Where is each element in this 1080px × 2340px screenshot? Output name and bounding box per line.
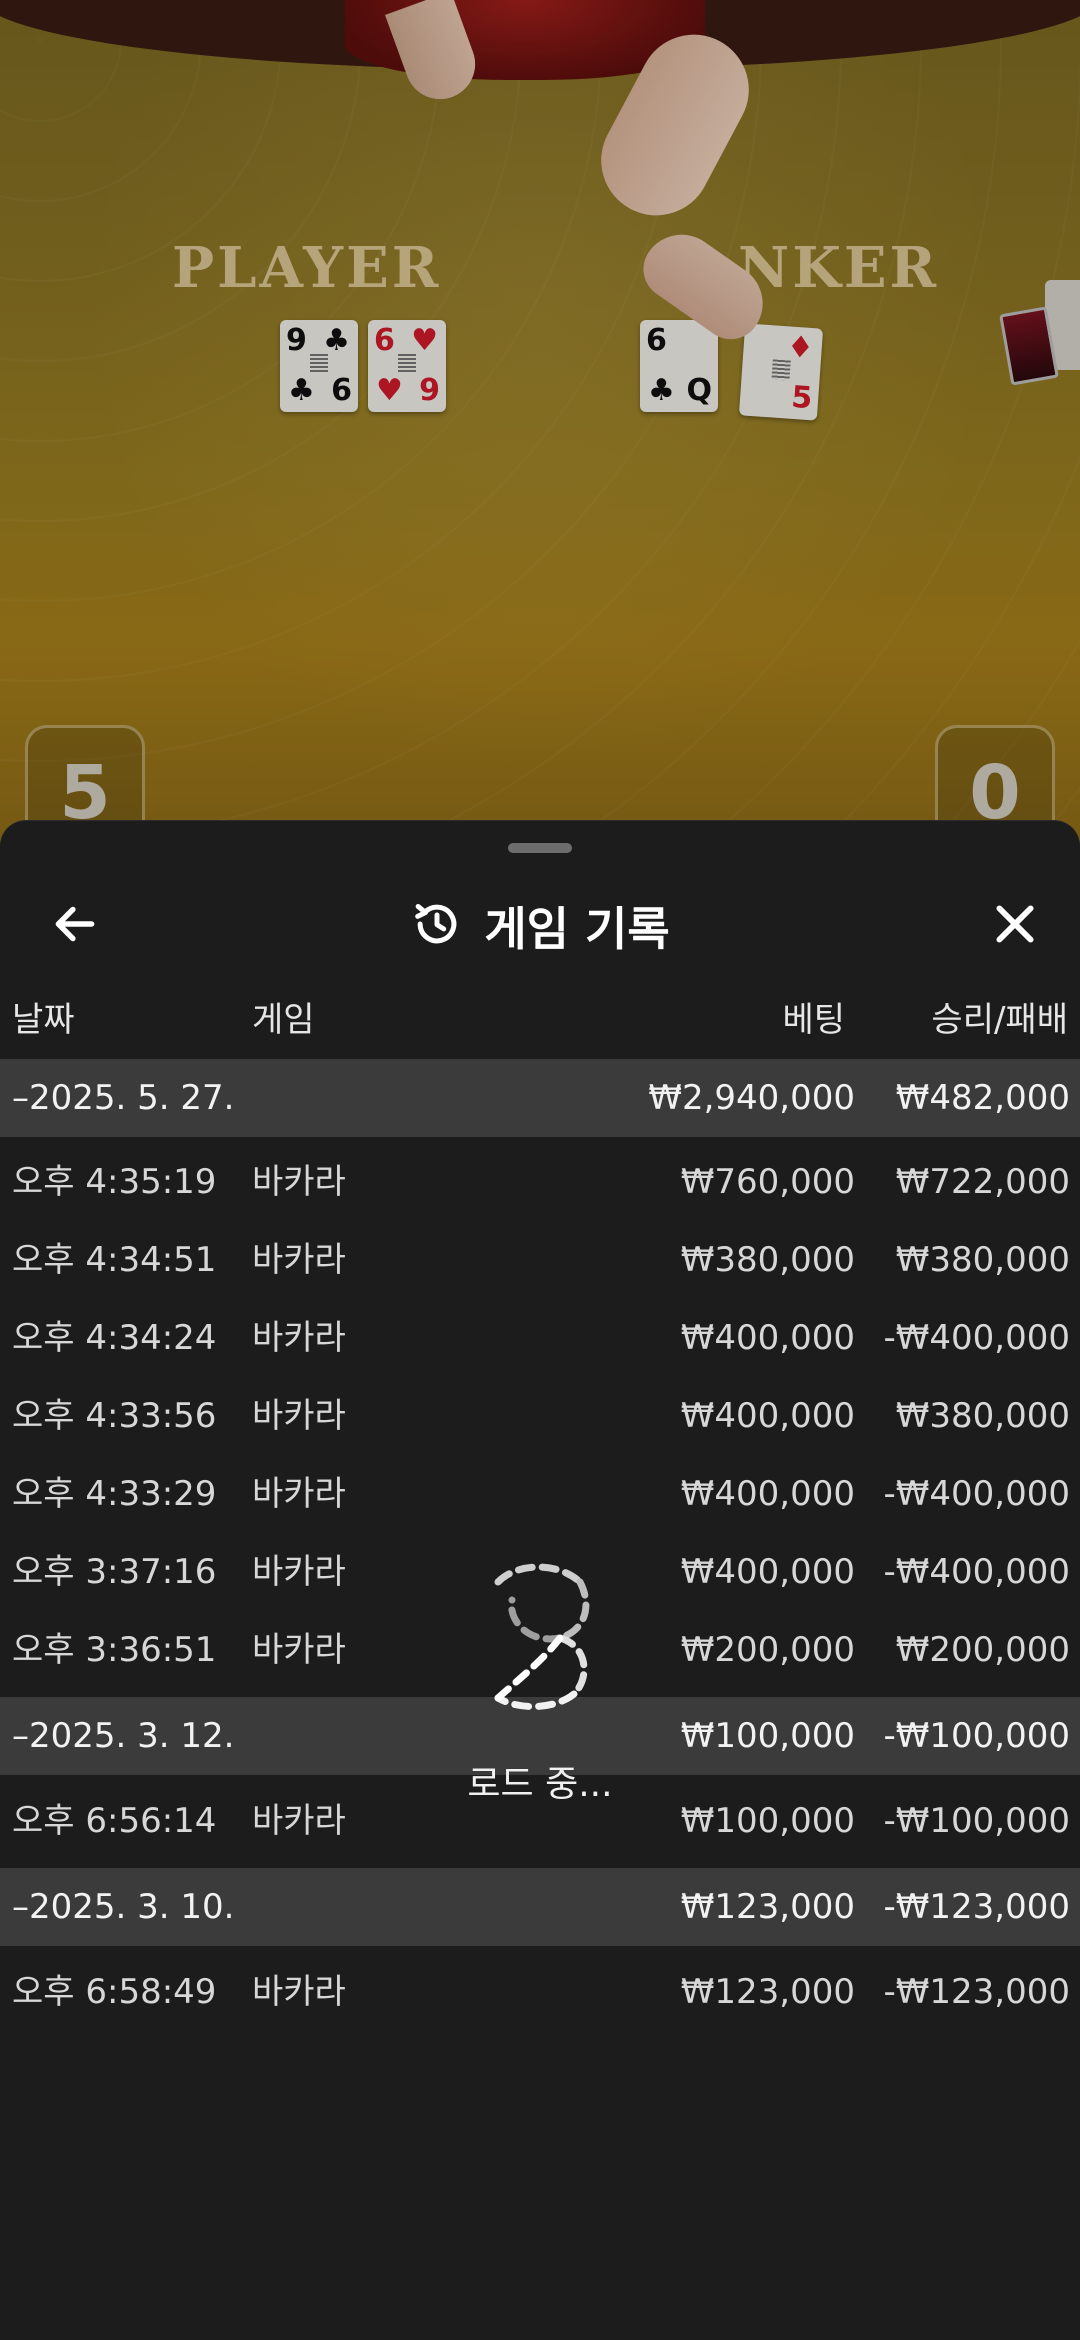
row-bet: ₩400,000 xyxy=(680,1552,855,1592)
row-date: –2025. 5. 27. xyxy=(12,1078,235,1118)
column-header-bet: 베팅 xyxy=(782,1000,845,1040)
date-group-row[interactable]: –2025. 3. 12. ₩100,000 -₩100,000 xyxy=(0,1697,1080,1775)
close-icon xyxy=(990,899,1040,953)
row-date: –2025. 3. 10. xyxy=(12,1887,235,1927)
row-game: 바카라 xyxy=(252,1630,346,1670)
sheet-title: 게임 기록 xyxy=(484,902,670,956)
history-table-header: 날짜 게임 베팅 승리/패배 xyxy=(0,995,1080,1045)
column-header-game: 게임 xyxy=(252,1000,315,1040)
row-time: 오후 6:56:14 xyxy=(12,1801,217,1841)
row-bet: ₩380,000 xyxy=(680,1240,855,1280)
history-row[interactable]: 오후 4:34:24 바카라 ₩400,000 -₩400,000 xyxy=(0,1299,1080,1377)
history-row[interactable]: 오후 3:36:51 바카라 ₩200,000 ₩200,000 xyxy=(0,1611,1080,1689)
row-result: -₩123,000 xyxy=(883,1887,1071,1927)
sheet-drag-handle[interactable] xyxy=(508,843,572,853)
row-game: 바카라 xyxy=(252,1396,346,1436)
row-result: ₩482,000 xyxy=(895,1078,1070,1118)
row-result: ₩722,000 xyxy=(895,1162,1070,1202)
sheet-title-group: 게임 기록 xyxy=(0,876,1080,976)
column-header-date: 날짜 xyxy=(12,1000,75,1040)
row-time: 오후 4:35:19 xyxy=(12,1162,217,1202)
row-game: 바카라 xyxy=(252,1162,346,1202)
row-bet: ₩400,000 xyxy=(680,1318,855,1358)
row-time: 오후 3:36:51 xyxy=(12,1630,217,1670)
row-bet: ₩100,000 xyxy=(680,1801,855,1841)
row-game: 바카라 xyxy=(252,1240,346,1280)
row-game: 바카라 xyxy=(252,1318,346,1358)
row-bet: ₩2,940,000 xyxy=(648,1078,855,1118)
row-bet: ₩400,000 xyxy=(680,1396,855,1436)
row-game: 바카라 xyxy=(252,1474,346,1514)
row-time: 오후 6:58:49 xyxy=(12,1972,217,2012)
row-result: -₩100,000 xyxy=(883,1716,1071,1756)
arrow-left-icon xyxy=(50,899,100,953)
row-result: -₩400,000 xyxy=(883,1552,1071,1592)
row-result: -₩400,000 xyxy=(883,1318,1071,1358)
row-time: 오후 4:34:51 xyxy=(12,1240,217,1280)
row-bet: ₩123,000 xyxy=(680,1887,855,1927)
row-result: -₩123,000 xyxy=(883,1972,1071,2012)
row-time: 오후 4:33:29 xyxy=(12,1474,217,1514)
history-row[interactable]: 오후 6:58:49 바카라 ₩123,000 -₩123,000 xyxy=(0,1953,1080,2031)
row-time: 오후 4:34:24 xyxy=(12,1318,217,1358)
row-result: -₩100,000 xyxy=(883,1801,1071,1841)
history-row[interactable]: 오후 6:56:14 바카라 ₩100,000 -₩100,000 xyxy=(0,1782,1080,1860)
row-bet: ₩123,000 xyxy=(680,1972,855,2012)
back-button[interactable] xyxy=(40,896,110,956)
sheet-header: 게임 기록 xyxy=(0,876,1080,976)
row-time: 오후 4:33:56 xyxy=(12,1396,217,1436)
app-screen: PLAYER NKER 9 ♣ ♣ 6 6 ♥ ♥ 9 6 ♣ Q ♦ 5 5 … xyxy=(0,0,1080,2340)
row-bet: ₩100,000 xyxy=(680,1716,855,1756)
row-bet: ₩200,000 xyxy=(680,1630,855,1670)
row-result: ₩200,000 xyxy=(895,1630,1070,1670)
history-row[interactable]: 오후 4:34:51 바카라 ₩380,000 ₩380,000 xyxy=(0,1221,1080,1299)
close-button[interactable] xyxy=(980,896,1050,956)
date-group-row[interactable]: –2025. 3. 10. ₩123,000 -₩123,000 xyxy=(0,1868,1080,1946)
row-result: ₩380,000 xyxy=(895,1240,1070,1280)
history-row[interactable]: 오후 4:35:19 바카라 ₩760,000 ₩722,000 xyxy=(0,1143,1080,1221)
column-header-result: 승리/패배 xyxy=(931,1000,1068,1040)
row-result: -₩400,000 xyxy=(883,1474,1071,1514)
row-game: 바카라 xyxy=(252,1552,346,1592)
row-result: ₩380,000 xyxy=(895,1396,1070,1436)
date-group-row[interactable]: –2025. 5. 27. ₩2,940,000 ₩482,000 xyxy=(0,1059,1080,1137)
row-game: 바카라 xyxy=(252,1972,346,2012)
history-row[interactable]: 오후 4:33:56 바카라 ₩400,000 ₩380,000 xyxy=(0,1377,1080,1455)
row-game: 바카라 xyxy=(252,1801,346,1841)
video-dim-overlay xyxy=(0,0,1080,860)
history-icon xyxy=(410,897,464,955)
history-row[interactable]: 오후 4:33:29 바카라 ₩400,000 -₩400,000 xyxy=(0,1455,1080,1533)
row-bet: ₩760,000 xyxy=(680,1162,855,1202)
row-time: 오후 3:37:16 xyxy=(12,1552,217,1592)
row-bet: ₩400,000 xyxy=(680,1474,855,1514)
row-date: –2025. 3. 12. xyxy=(12,1716,235,1756)
history-row[interactable]: 오후 3:37:16 바카라 ₩400,000 -₩400,000 xyxy=(0,1533,1080,1611)
